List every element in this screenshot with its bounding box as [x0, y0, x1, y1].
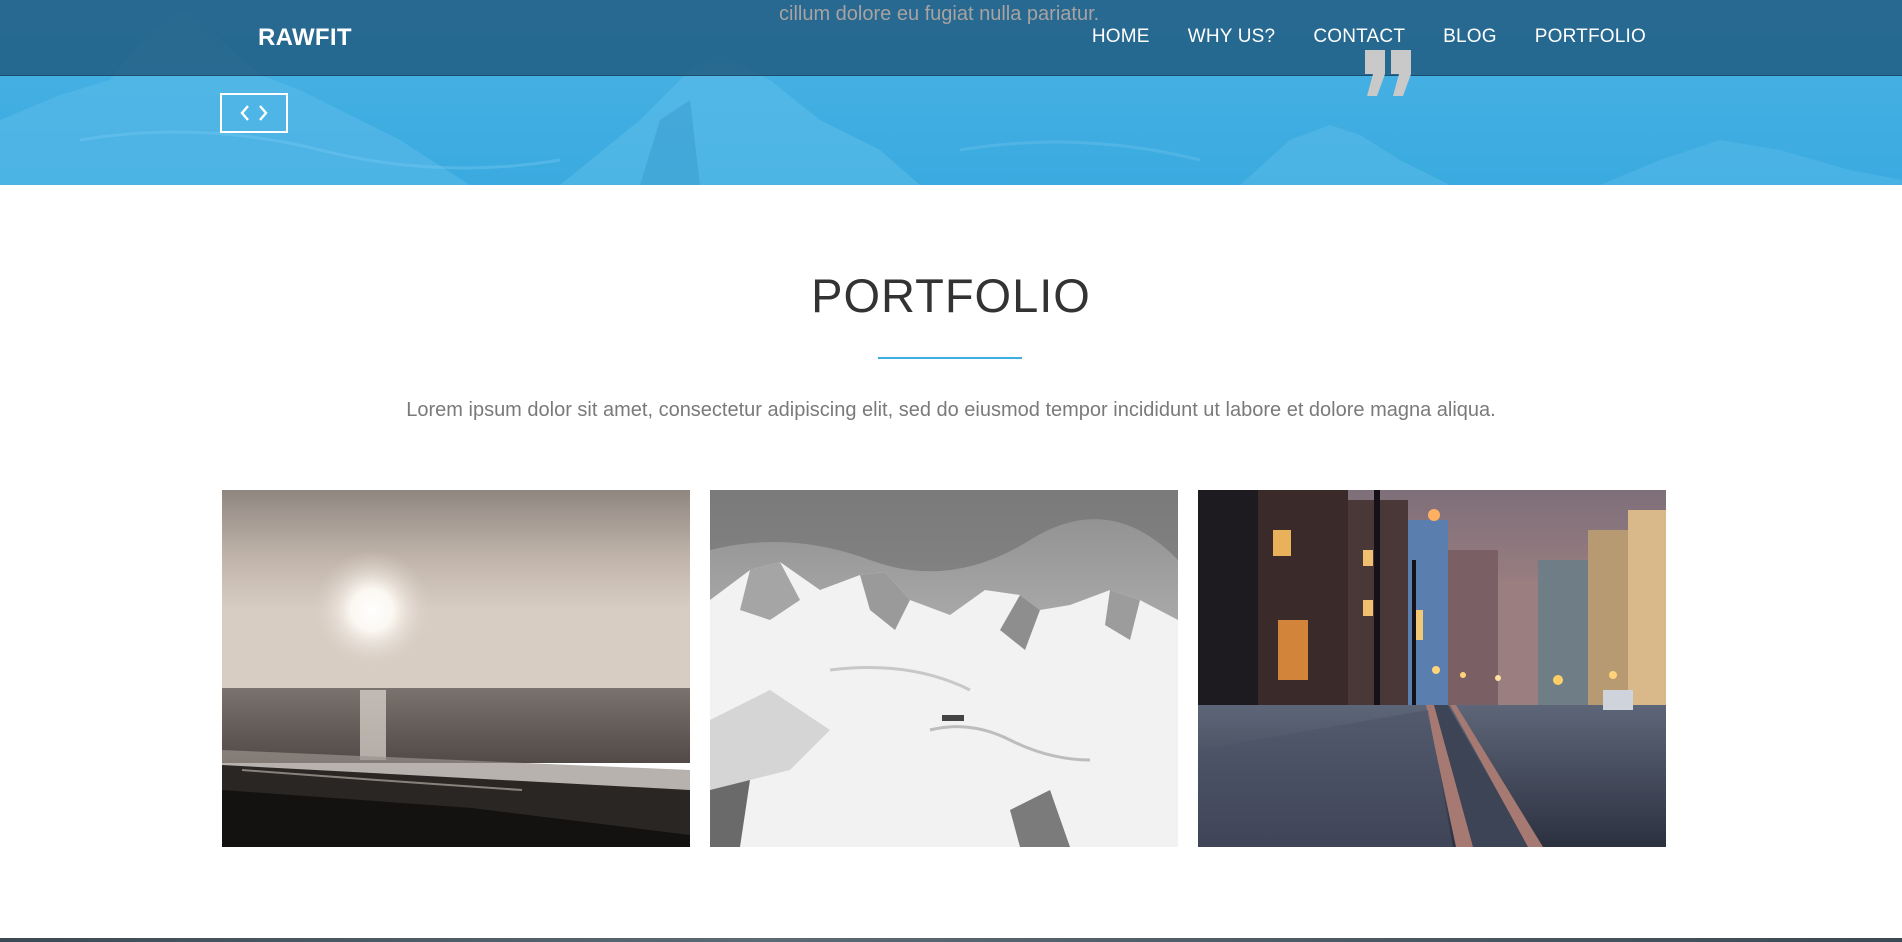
portfolio-item-snowy-mountains[interactable]	[710, 490, 1178, 847]
snowy-mountains-photo	[710, 490, 1178, 847]
chevron-left-icon[interactable]	[239, 104, 251, 122]
portfolio-item-sunset-beach[interactable]	[222, 490, 690, 847]
footer-top-edge	[0, 938, 1902, 942]
portfolio-item-city-street[interactable]	[1198, 490, 1666, 847]
portfolio-section-title: PORTFOLIO	[811, 269, 1091, 322]
portfolio-grid	[222, 490, 1667, 847]
nav-link-why-us[interactable]: WHY US?	[1188, 26, 1276, 48]
portfolio-section-subtitle: Lorem ipsum dolor sit amet, consectetur …	[406, 399, 1496, 421]
city-street-night-photo	[1198, 490, 1666, 847]
chevron-right-icon[interactable]	[257, 104, 269, 122]
nav-link-portfolio[interactable]: PORTFOLIO	[1535, 26, 1646, 48]
nav-link-blog[interactable]: BLOG	[1443, 26, 1497, 48]
testimonial-quote-text: cillum dolore eu fugiat nulla pariatur.	[779, 3, 1100, 25]
brand-logo[interactable]: RAWFIT	[258, 24, 352, 52]
sunset-beach-photo	[222, 490, 690, 847]
nav-link-home[interactable]: HOME	[1092, 26, 1150, 48]
quote-mark-icon	[1365, 50, 1411, 96]
title-divider	[878, 357, 1022, 359]
slider-nav-control[interactable]	[220, 93, 288, 133]
